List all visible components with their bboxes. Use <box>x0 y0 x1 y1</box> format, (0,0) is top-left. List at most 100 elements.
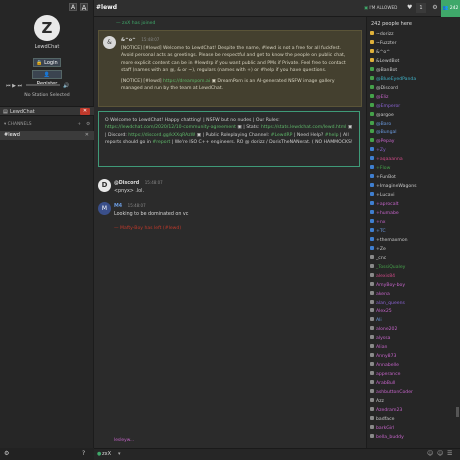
user-list-item[interactable]: Alex25 <box>370 308 392 316</box>
user-list-item[interactable]: ArabBull <box>370 380 395 388</box>
message-time: 15:48:07 <box>127 203 146 208</box>
user-list-item[interactable]: +Ze <box>370 245 386 254</box>
notice-sender[interactable]: &^o^ <box>121 38 136 43</box>
user-list-item[interactable]: +ImagineWagons <box>370 183 417 191</box>
login-button[interactable]: 🔒 Login <box>33 58 61 67</box>
help-icon[interactable]: ? <box>82 450 85 457</box>
next-icon[interactable]: ⏭ <box>18 83 23 89</box>
user-list-item[interactable]: akena <box>370 290 390 299</box>
user-name: @argoe <box>376 112 394 118</box>
user-list-item[interactable]: +FunBot <box>370 174 396 182</box>
user-name: +aprocalt <box>376 202 399 208</box>
user-list-item[interactable]: bella_buddy <box>370 433 404 442</box>
channel-link[interactable]: #help <box>325 133 339 138</box>
user-list-item[interactable]: badface <box>370 415 394 424</box>
user-list-item[interactable]: +Flow <box>370 165 390 173</box>
user-list-item[interactable]: &LewdBot <box>370 57 399 66</box>
rules-link[interactable]: https://lewdchat.com/2020/12/10-communit… <box>105 125 236 130</box>
user-list-item[interactable]: +humabe <box>370 210 399 218</box>
user-list-item[interactable]: @Eliz <box>370 93 388 102</box>
user-mode-icon <box>370 397 374 402</box>
user-list-item[interactable]: ashbuttonCoder <box>370 389 413 397</box>
format-icon[interactable]: ☺ <box>437 450 443 457</box>
settings-icon[interactable]: ⚙ <box>429 3 441 13</box>
user-list-item[interactable]: +nx <box>370 218 386 227</box>
scrollbar[interactable] <box>456 407 459 417</box>
notice-link[interactable]: https://dreampom.ai <box>163 79 210 84</box>
user-count-badge[interactable]: 1 <box>416 3 426 13</box>
user-list-item[interactable]: _cnc <box>370 254 386 263</box>
message-author[interactable]: M4 <box>114 204 122 209</box>
user-list-item[interactable]: ~Fuzzter <box>370 39 397 48</box>
volume-icon[interactable]: 🔊 <box>63 83 69 89</box>
user-list-item[interactable]: @Discord <box>370 84 398 93</box>
user-list-item[interactable]: alyssa <box>370 335 390 343</box>
font-smaller-button[interactable]: A <box>69 3 77 11</box>
user-list-item[interactable]: @Emperor <box>370 102 400 111</box>
user-list-item[interactable]: +themaxmon <box>370 236 408 245</box>
people-toggle-button[interactable]: 👥 242 <box>441 0 460 17</box>
avatar[interactable]: D <box>98 179 111 192</box>
allowed-status[interactable]: ▣ I'M ALLOWED <box>364 5 397 10</box>
user-list-item[interactable]: +Lucavi <box>370 192 395 200</box>
user-list-item[interactable]: Azedram23 <box>370 406 402 415</box>
volume-slider[interactable] <box>25 84 60 86</box>
user-list-item[interactable]: +Zy <box>370 147 386 155</box>
user-list-item[interactable]: @argoe <box>370 111 394 120</box>
user-list-item[interactable]: alan_queens <box>370 299 405 308</box>
gear-icon[interactable]: ⚙ <box>86 120 90 129</box>
message-input[interactable] <box>124 450 424 459</box>
register-button[interactable]: 👤 Register <box>32 70 62 87</box>
emoji-icon[interactable]: ☺ <box>427 450 433 457</box>
user-list-item[interactable]: alexis84 <box>370 272 395 281</box>
input-bar: ● zxX ▾ ☺ ☺ ☰ <box>94 448 460 460</box>
user-list-item[interactable]: @Baro <box>370 120 391 129</box>
heart-icon[interactable]: ♥ <box>407 4 412 11</box>
user-name: +nx <box>376 219 386 225</box>
user-list-item[interactable]: Annabelle <box>370 362 399 370</box>
system-bar: ⚙ ? <box>0 448 94 460</box>
user-list-item[interactable]: +aprocalt <box>370 201 399 209</box>
message-header: @Discord 15:48:07 <box>114 180 163 186</box>
topic-text: | Need Help? <box>293 132 324 138</box>
nick-label[interactable]: zxX <box>102 451 111 457</box>
user-list-item[interactable]: @BanBot <box>370 66 397 75</box>
avatar[interactable]: M <box>98 202 111 215</box>
image-icon: ▣ <box>211 78 216 84</box>
gear-icon[interactable]: ⚙ <box>4 450 9 457</box>
prev-icon[interactable]: ⏮ <box>6 83 11 89</box>
user-list-item[interactable]: +aqaaanna <box>370 156 403 164</box>
close-icon[interactable]: ✕ <box>85 131 89 140</box>
user-list-item[interactable]: AmyBoy-boy <box>370 281 405 290</box>
user-list-item[interactable]: Ali <box>370 317 382 325</box>
close-network-button[interactable]: ✕ <box>80 108 90 115</box>
chevron-down-icon[interactable]: ▾ <box>4 122 6 127</box>
user-mode-icon <box>370 406 374 411</box>
user-list-item[interactable]: ~dorizz <box>370 31 394 39</box>
user-list-item[interactable]: alone202 <box>370 326 397 334</box>
message-author[interactable]: @Discord <box>114 181 139 186</box>
user-list-item[interactable]: Alian <box>370 344 387 352</box>
user-list-item[interactable]: &^o^ <box>370 48 390 57</box>
user-list-item[interactable]: Anny873 <box>370 353 396 361</box>
user-list-item[interactable]: apperance <box>370 371 400 379</box>
user-list-item[interactable]: @Bungal <box>370 129 397 137</box>
channel-link[interactable]: #report <box>152 140 170 145</box>
user-list-item[interactable]: Azz <box>370 397 384 406</box>
user-mode-icon <box>370 120 374 125</box>
play-icon[interactable]: ▶ <box>12 83 16 89</box>
menu-icon[interactable]: ☰ <box>447 450 452 457</box>
add-channel-icon[interactable]: + <box>77 120 81 129</box>
user-list-item[interactable]: +TC <box>370 227 386 236</box>
user-list-item[interactable]: _TossiQualey <box>370 263 405 272</box>
user-list-item[interactable]: barkGirl <box>370 424 394 433</box>
font-larger-button[interactable]: A <box>80 3 88 12</box>
discord-link[interactable]: https://discord.gg/kXXqRAzW <box>128 133 195 138</box>
user-list-item[interactable]: @BlueEyedPanda <box>370 75 416 84</box>
channel-item-lewd[interactable]: #lewd ✕ <box>0 131 94 140</box>
user-list-item[interactable]: @Pepay <box>370 138 394 146</box>
network-header[interactable]: ▤ LewdChat ✕ <box>0 106 94 116</box>
chevron-down-icon[interactable]: ▾ <box>118 451 121 457</box>
stats-link[interactable]: https://stats.lewdchat.com/lewd.html <box>261 125 346 130</box>
channel-link[interactable]: #LewdRP <box>271 133 293 138</box>
